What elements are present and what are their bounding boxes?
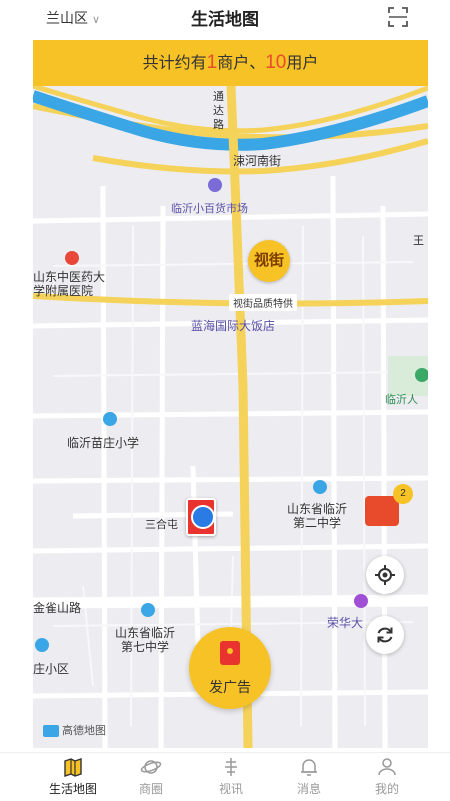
poi-ronghua[interactable]: 荣华大 (327, 614, 363, 631)
poi-no7-school-line1: 山东省临沂 (115, 626, 176, 640)
amap-logo-icon (43, 725, 59, 738)
poi-wang: 王 (413, 235, 424, 247)
road-label-sushe: 涑河南街 (233, 154, 282, 168)
tab-video[interactable]: 视讯 (186, 755, 276, 797)
tab-label: 视讯 (218, 782, 243, 796)
poi-hospital[interactable]: 山东中医药大 学附属医院 (33, 270, 105, 298)
banner-middle: 商户、 (217, 55, 266, 72)
bell-icon (301, 759, 317, 776)
refresh-button[interactable] (366, 616, 404, 654)
poi-no2-school-line1: 山东省临沂 (287, 502, 348, 516)
community-pin-icon[interactable] (35, 638, 49, 652)
red-packet-count-badge: 2 (393, 484, 413, 504)
user-count: 10 (265, 52, 287, 73)
banner-suffix: 用户 (286, 55, 319, 72)
tab-messages[interactable]: 消息 (264, 755, 354, 797)
poi-no2-school-line2: 第二中学 (293, 516, 342, 530)
poi-lanhai-hotel[interactable]: 蓝海国际大饭店 (191, 317, 275, 334)
poi-sanhe: 三合屯 (145, 519, 178, 531)
tab-label: 生活地图 (48, 782, 97, 796)
red-packet-count: 2 (400, 488, 406, 499)
antenna-icon (225, 758, 237, 776)
map-icon (64, 758, 82, 777)
school7-pin-icon[interactable] (141, 603, 155, 617)
poi-no7-school[interactable]: 山东省临沂 第七中学 (115, 626, 175, 654)
amap-logo-text: 高德地图 (62, 725, 106, 737)
shijie-tag-label: 视街品质特供 (233, 299, 293, 310)
poi-hospital-line1: 山东中医药大 (33, 270, 106, 284)
shijie-badge[interactable]: 视街 (248, 240, 290, 282)
user-icon (378, 758, 396, 776)
amap-logo: 高德地图 (43, 722, 106, 738)
tab-business-circle[interactable]: 商圈 (106, 755, 196, 797)
merchant-count: 1 (206, 52, 218, 73)
top-bar: 兰山区 ∨ 生活地图 (0, 0, 450, 36)
bottom-tab-bar: 生活地图 商圈 视讯 消息 我的 (0, 752, 450, 801)
tab-label: 消息 (296, 782, 321, 796)
poi-no2-school[interactable]: 山东省临沂 第二中学 (287, 502, 347, 530)
planet-icon (140, 760, 162, 774)
tab-label: 我的 (374, 782, 399, 796)
school2-pin-icon[interactable] (313, 480, 327, 494)
shijie-tag: 视街品质特供 (229, 294, 297, 311)
school-pin-icon[interactable] (103, 412, 117, 426)
poi-no7-school-line2: 第七中学 (121, 640, 170, 654)
poi-hospital-line2: 学附属医院 (33, 284, 94, 298)
red-envelope-icon (220, 641, 240, 665)
road-label-tongda: 通达路 (213, 91, 224, 131)
stats-banner: 共计约有1商户、10用户 (33, 40, 428, 86)
poi-linyi-grocery[interactable]: 临沂小百货市场 (171, 200, 248, 216)
tab-mine[interactable]: 我的 (342, 755, 432, 797)
scan-icon[interactable] (386, 5, 410, 29)
tab-label: 商圈 (138, 782, 163, 796)
banner-prefix: 共计约有 (142, 55, 207, 72)
poi-miaozhuang-school[interactable]: 临沂苗庄小学 (67, 434, 139, 451)
shop-pin-icon[interactable] (354, 594, 368, 608)
crosshair-icon (375, 565, 395, 585)
red-packet-icon[interactable] (365, 496, 399, 526)
post-ad-label: 发广告 (209, 679, 251, 695)
market-pin-icon[interactable] (208, 178, 222, 192)
shijie-badge-label: 视街 (253, 252, 284, 269)
poi-community: 庄小区 (33, 662, 70, 676)
road-label-jinque: 金雀山路 (33, 601, 82, 615)
post-ad-button[interactable]: 发广告 (189, 627, 271, 709)
tab-life-map[interactable]: 生活地图 (28, 755, 118, 797)
park-pin-icon[interactable] (415, 368, 428, 382)
refresh-icon (377, 627, 393, 643)
poi-linyi-ren[interactable]: 临沂人 (385, 391, 418, 407)
current-location-dot (191, 505, 215, 529)
page-title: 生活地图 (191, 10, 259, 29)
hospital-pin-icon[interactable] (65, 251, 79, 265)
locate-button[interactable] (366, 556, 404, 594)
